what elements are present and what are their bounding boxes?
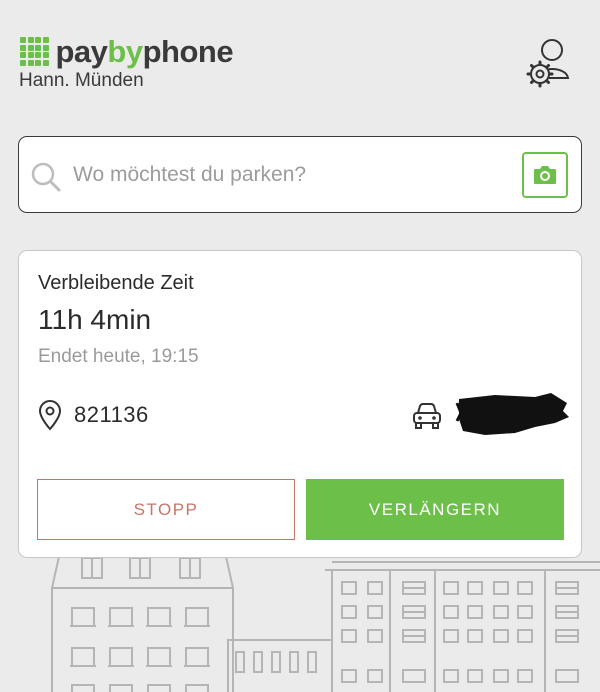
camera-icon (534, 166, 556, 184)
end-time-text: Endet heute, 19:15 (38, 346, 199, 367)
map-pin-icon (38, 400, 62, 431)
stop-button[interactable]: STOPP (37, 479, 295, 540)
search-bar[interactable] (18, 136, 582, 213)
city-skyline-illustration (51, 551, 600, 692)
parking-session-card: Verbleibende Zeit 11h 4min Endet heute, … (18, 250, 582, 558)
city-label: Hann. Münden (19, 70, 144, 91)
logo-grid-icon (20, 37, 49, 66)
user-settings-icon (526, 39, 570, 88)
remaining-time-label: Verbleibende Zeit (38, 272, 194, 294)
logo-wordmark: paybyphone (55, 34, 234, 69)
account-settings-button[interactable] (522, 36, 574, 92)
extend-button[interactable]: VERLÄNGERN (306, 479, 564, 540)
license-plate-redacted (455, 393, 569, 435)
location-number: 821136 (74, 402, 149, 427)
search-input[interactable] (73, 157, 513, 193)
paybyphone-logo: paybyphone (20, 34, 234, 69)
search-icon (31, 162, 61, 192)
app-header: paybyphone Hann. Münden (0, 0, 600, 120)
car-icon (413, 403, 441, 429)
camera-button[interactable] (522, 152, 568, 198)
remaining-time-value: 11h 4min (38, 304, 152, 335)
